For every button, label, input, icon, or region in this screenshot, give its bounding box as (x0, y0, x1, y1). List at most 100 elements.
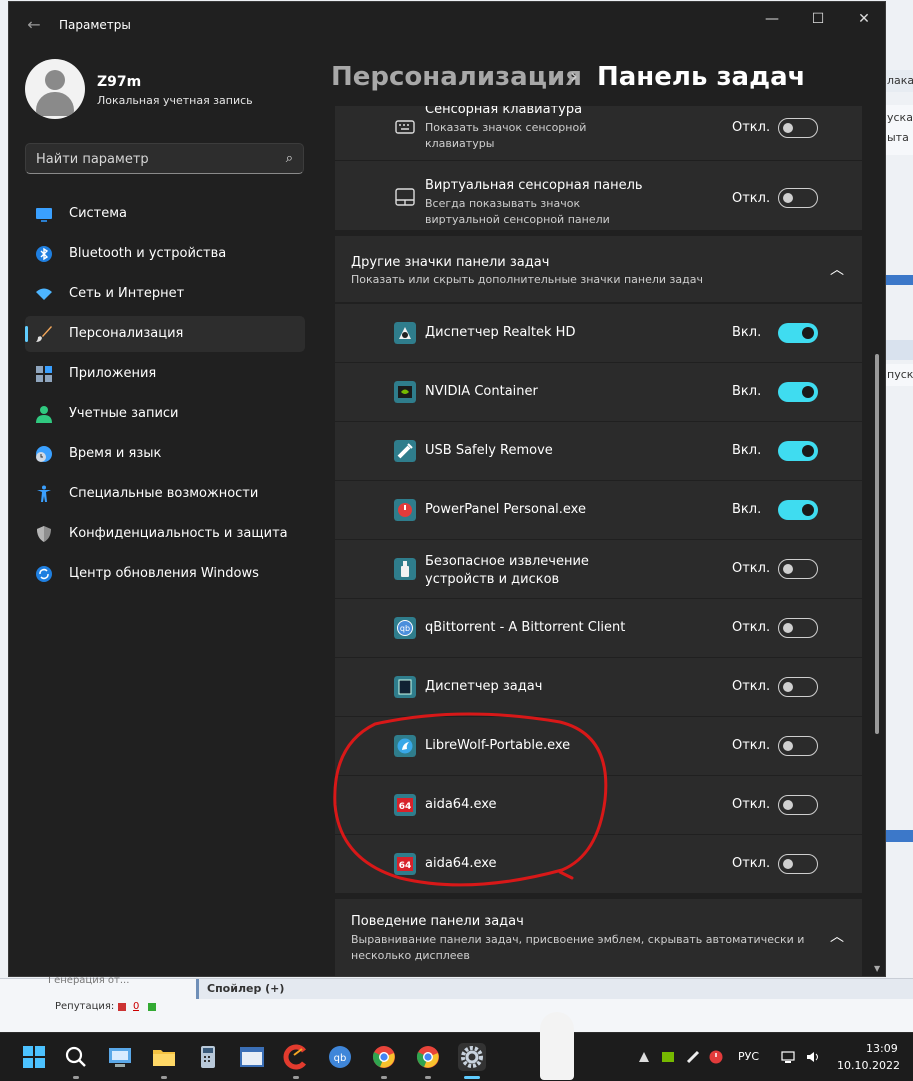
toggle-switch[interactable] (778, 854, 818, 874)
librewolf-icon (394, 735, 416, 757)
nvidia-icon (394, 381, 416, 403)
other-icons-header[interactable]: Другие значки панели задач Показать или … (335, 236, 862, 302)
breadcrumb-parent[interactable]: Персонализация (331, 62, 582, 92)
taskbar-behavior-header[interactable]: Поведение панели задач Выравнивание пане… (335, 899, 862, 976)
ccleaner-icon[interactable] (282, 1043, 310, 1071)
toggle-switch[interactable] (778, 618, 818, 638)
back-button[interactable]: ← (23, 14, 45, 36)
chevron-up-icon[interactable]: ︿ (830, 259, 844, 279)
touch-keyboard-row[interactable]: Сенсорная клавиатура Показать значок сен… (335, 106, 862, 160)
chrome-icon[interactable] (414, 1043, 442, 1071)
monitor-icon (36, 208, 52, 222)
sidebar-item-accounts[interactable]: Учетные записи (25, 396, 305, 432)
toggle-switch[interactable] (778, 500, 818, 520)
sidebar-item-label: Приложения (69, 366, 157, 381)
toggle-switch[interactable] (778, 118, 818, 138)
sidebar-item-label: Персонализация (69, 326, 184, 341)
search-box[interactable]: Найти параметр ⌕ (25, 143, 304, 174)
rep-plus-icon[interactable] (148, 1003, 156, 1011)
shield-icon (37, 526, 51, 542)
nvidia-tray-icon[interactable] (661, 1049, 675, 1063)
sidebar-item-bluetooth[interactable]: Bluetooth и устройства (25, 236, 305, 272)
bg-strip (885, 340, 913, 360)
toggle-switch[interactable] (778, 323, 818, 343)
row-subtitle: Всегда показывать значок виртуальной сен… (425, 197, 610, 226)
settings-icon[interactable] (458, 1043, 486, 1071)
svg-text:qb: qb (400, 624, 410, 633)
search-input[interactable]: Найти параметр (36, 152, 149, 167)
usb-drive-icon (394, 558, 416, 580)
bg-strip: лака (885, 70, 913, 92)
usb-remove-icon (394, 440, 416, 462)
scroll-down-icon[interactable]: ▼ (874, 964, 880, 973)
toggle-switch[interactable] (778, 736, 818, 756)
power-tray-icon[interactable] (709, 1049, 723, 1064)
app-title: Параметры (59, 18, 131, 32)
taskbar-icon-row[interactable]: USB Safely Remove Вкл. (335, 422, 862, 480)
toggle-state-label: Откл. (732, 679, 771, 694)
toggle-state-label: Вкл. (732, 325, 762, 340)
chevron-up-icon[interactable]: ︿ (830, 926, 844, 946)
taskbar-icon-row[interactable]: PowerPanel Personal.exe Вкл. (335, 481, 862, 539)
scrollbar-thumb[interactable] (875, 354, 879, 734)
avatar[interactable] (25, 59, 85, 119)
language-indicator[interactable]: РУС (738, 1050, 759, 1063)
start-icon[interactable] (20, 1043, 48, 1071)
clock-date[interactable]: 10.10.2022 (837, 1059, 900, 1072)
usb-remove-tray-icon[interactable] (686, 1049, 700, 1064)
update-icon (36, 566, 52, 582)
taskbar-icon-row[interactable]: Безопасное извлечение устройств и дисков… (335, 540, 862, 598)
search-icon[interactable]: ⌕ (286, 151, 293, 166)
minimize-button[interactable]: — (749, 8, 795, 30)
toggle-state-label: Откл. (732, 191, 771, 206)
search-icon[interactable] (62, 1043, 90, 1071)
icon-badge: 64 (399, 861, 412, 871)
sidebar-item-system[interactable]: Система (25, 196, 305, 232)
sidebar-item-accessibility[interactable]: Специальные возможности (25, 476, 305, 512)
taskbar-icon-row[interactable]: NVIDIA Container Вкл. (335, 363, 862, 421)
clock-time[interactable]: 13:09 (866, 1042, 898, 1055)
sidebar-item-network[interactable]: Сеть и Интернет (25, 276, 305, 312)
maximize-button[interactable]: ☐ (795, 8, 841, 30)
spoiler-box[interactable]: Спойлер (+) (196, 979, 913, 999)
remote-desktop-icon[interactable] (106, 1043, 134, 1071)
taskbar-icon-row[interactable]: qb qBittorrent - A Bittorrent Client Откл. (335, 599, 862, 657)
toggle-switch[interactable] (778, 677, 818, 697)
wifi-icon (36, 288, 52, 300)
close-button[interactable]: ✕ (841, 8, 885, 30)
sidebar-item-privacy[interactable]: Конфиденциальность и защита (25, 516, 305, 552)
sidebar-item-label: Конфиденциальность и защита (69, 526, 288, 541)
toggle-state-label: Откл. (732, 561, 771, 576)
toggle-switch[interactable] (778, 441, 818, 461)
volume-icon[interactable] (806, 1049, 820, 1063)
sidebar-item-personalization[interactable]: Персонализация (25, 316, 305, 352)
taskbar-icon-row[interactable]: Диспетчер задач Откл. (335, 658, 862, 716)
taskbar-icon-row[interactable]: 64 aida64.exe Откл. (335, 776, 862, 834)
calculator-icon[interactable] (194, 1043, 222, 1071)
window-app-icon[interactable] (238, 1043, 266, 1071)
toggle-switch[interactable] (778, 382, 818, 402)
sidebar-item-windows-update[interactable]: Центр обновления Windows (25, 556, 305, 592)
svg-text:qb: qb (334, 1053, 347, 1064)
network-icon[interactable] (781, 1049, 795, 1063)
aida64-icon: 64 (394, 794, 416, 816)
chrome-icon[interactable] (370, 1043, 398, 1071)
toggle-switch[interactable] (778, 188, 818, 208)
taskbar-icon-row[interactable]: LibreWolf-Portable.exe Откл. (335, 717, 862, 775)
qbittorrent-icon: qb (394, 617, 416, 639)
qbittorrent-icon[interactable]: qb (326, 1043, 354, 1071)
virtual-touchpad-row[interactable]: Виртуальная сенсорная панель Всегда пока… (335, 161, 862, 230)
rep-minus-icon[interactable] (118, 1003, 126, 1011)
toggle-switch[interactable] (778, 795, 818, 815)
row-subtitle: Показать значок сенсорной клавиатуры (425, 121, 587, 150)
realtek-tray-icon[interactable] (637, 1049, 651, 1063)
sidebar-item-apps[interactable]: Приложения (25, 356, 305, 392)
taskbar-icon-row[interactable]: 64 aida64.exe Откл. (335, 835, 862, 893)
taskbar-icon-row[interactable]: Диспетчер Realtek HD Вкл. (335, 304, 862, 362)
sidebar-nav: Система Bluetooth и устройства Сеть и Ин… (25, 196, 305, 596)
sidebar-item-time-language[interactable]: Время и язык (25, 436, 305, 472)
file-explorer-icon[interactable] (150, 1043, 178, 1071)
bg-fragment: уска (887, 111, 913, 124)
toggle-switch[interactable] (778, 559, 818, 579)
bg-rep-label: Репутация: (55, 1001, 115, 1012)
